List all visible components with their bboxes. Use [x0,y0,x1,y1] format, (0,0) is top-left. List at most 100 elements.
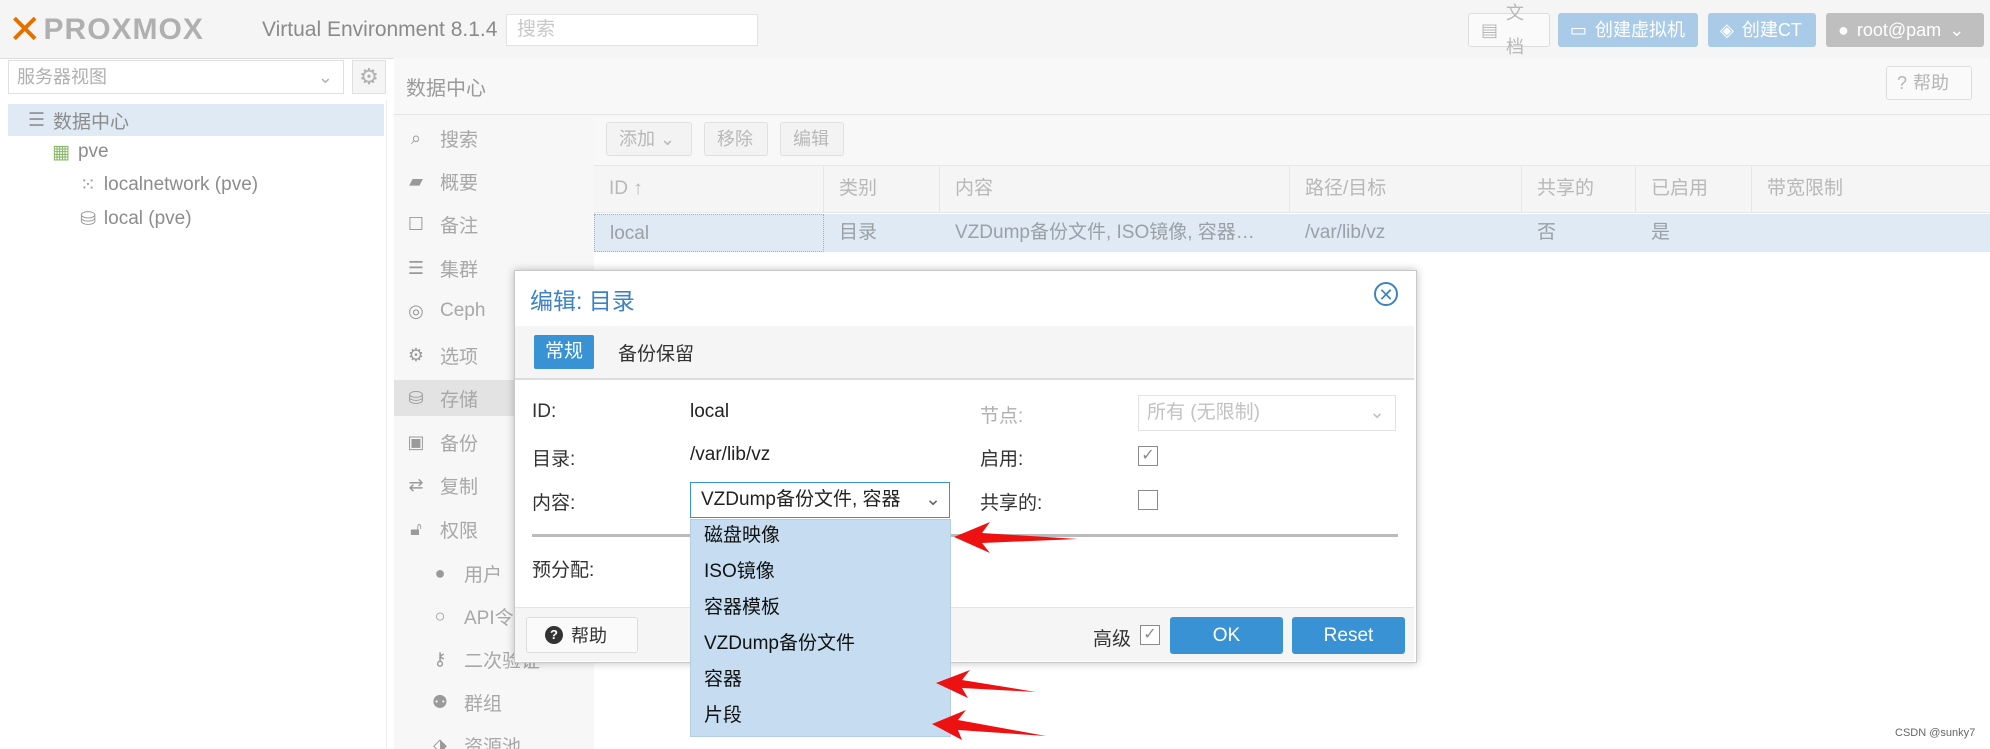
page-title: 数据中心 [406,78,486,100]
tab-general[interactable]: 常规 [534,335,594,369]
desktop-icon: ▭ [1570,20,1588,40]
create-ct-button[interactable]: ◈ 创建CT [1708,13,1816,47]
ok-button[interactable]: OK [1170,617,1283,654]
nav-item-ceph[interactable]: ◎ Ceph [406,293,485,329]
nav-item-search[interactable]: ⌕ 搜索 [406,120,478,156]
remove-button[interactable]: 移除 [704,122,768,156]
option-iso-image[interactable]: ISO镜像 [704,554,775,590]
search-icon: ⌕ [410,127,422,148]
content-select[interactable]: VZDump备份文件, 容器 ⌄ [690,482,950,518]
search-input[interactable]: 搜索 [506,14,758,46]
column-header[interactable]: 内容 [940,166,1290,212]
users-icon: ⚉ [431,691,449,712]
create-vm-button[interactable]: ▭ 创建虚拟机 [1558,13,1698,47]
nav-item-pools[interactable]: ⬗ 资源池 [430,727,521,749]
tags-icon: ⬗ [433,734,447,749]
id-value: local [690,401,730,422]
shared-label: 共享的: [980,493,1043,514]
dialog-help-button[interactable]: ? 帮助 [526,617,638,653]
chevron-down-icon: ⌄ [317,67,333,87]
advanced-label: 高级 [1093,629,1132,650]
book-icon: ▤ [1481,20,1499,40]
nav-item-replication[interactable]: ⇄ 复制 [406,467,478,503]
proxmox-logo[interactable]: ✕ PROXMOX [8,10,204,50]
table-cell: local [594,214,824,252]
user-icon: ● [1838,20,1849,40]
reset-button[interactable]: Reset [1292,617,1405,654]
preallocation-label: 预分配: [532,560,595,581]
key-icon: ⚷ [433,648,447,669]
directory-label: 目录: [532,449,576,470]
tab-backup-retention[interactable]: 备份保留 [618,339,694,366]
unlock-icon: 🔓︎ [410,518,422,539]
tree-item-local[interactable]: ⛁ local (pve) [80,203,192,235]
column-header[interactable]: 路径/目标 [1290,166,1522,212]
dialog-title: 编辑: 目录 [530,288,635,314]
column-header[interactable]: 已启用 [1636,166,1752,212]
nav-item-options[interactable]: ⚙ 选项 [406,337,478,373]
column-header[interactable]: ID ↑ [594,166,824,212]
nav-item-summary[interactable]: ▰ 概要 [406,163,478,199]
column-header[interactable]: 共享的 [1522,166,1636,212]
nav-item-notes[interactable]: ☐ 备注 [406,206,478,242]
option-container-template[interactable]: 容器模板 [704,590,780,626]
server-icon: ☰ [407,257,425,278]
enable-checkbox[interactable]: ✓ [1138,446,1158,466]
table-cell: /var/lib/vz [1305,222,1386,243]
tree-item-pve[interactable]: ▦ pve [52,136,109,168]
docs-button[interactable]: ▤ 文档 [1468,3,1550,57]
table-cell: 目录 [839,222,878,243]
add-button[interactable]: 添加 ⌄ [606,122,692,156]
nodes-label: 节点: [980,406,1024,427]
logo-wordmark: PROXMOX [43,13,204,46]
table-cell: 是 [1651,222,1671,243]
gear-icon[interactable]: ⚙ [352,60,386,94]
chevron-down-icon: ⌄ [925,483,941,517]
user-menu-button[interactable]: ● root@pam ⌄ [1826,13,1984,47]
edit-button[interactable]: 编辑 [780,122,844,156]
book-icon: ▰ [409,170,423,191]
help-button[interactable]: ? 帮助 [1886,66,1972,100]
logo-x-mark: ✕ [8,8,42,52]
table-cell: VZDump备份文件, ISO镜像, 容器… [955,222,1255,243]
column-header[interactable]: 带宽限制 [1752,166,1990,212]
watermark-text: CSDN @sunky7 [1895,727,1976,739]
gear-icon: ⚙ [407,344,425,365]
datacenter-icon: ☰ [28,109,46,131]
nav-item-api-tokens[interactable]: ○ API令 [430,598,514,634]
nav-item-backup[interactable]: ▣ 备份 [406,424,478,460]
table-cell: 否 [1537,222,1557,243]
option-container[interactable]: 容器 [704,662,742,698]
question-icon: ? [1897,73,1908,93]
shared-checkbox[interactable] [1138,490,1158,510]
option-disk-image[interactable]: 磁盘映像 [704,518,780,554]
chevron-down-icon: ⌄ [1369,402,1385,423]
note-icon: ☐ [407,213,425,234]
content-header [394,58,1990,115]
nodes-select[interactable]: 所有 (无限制) ⌄ [1138,395,1396,431]
tree-item-localnetwork[interactable]: ⁙ localnetwork (pve) [80,169,258,201]
advanced-checkbox[interactable]: ✓ [1140,625,1160,645]
tree-item-datacenter[interactable]: ☰ 数据中心 [8,104,384,136]
nav-item-cluster[interactable]: ☰ 集群 [406,250,478,286]
enable-label: 启用: [980,449,1024,470]
nav-item-users[interactable]: ● 用户 [430,555,502,591]
chevron-down-icon: ⌄ [1949,20,1965,40]
floppy-icon: ▣ [407,431,425,452]
database-icon: ⛁ [408,387,424,408]
option-vzdump-backup[interactable]: VZDump备份文件 [704,626,855,662]
storage-icon: ⛁ [80,208,96,230]
column-header[interactable]: 类别 [824,166,940,212]
user-icon: ● [434,562,446,583]
directory-value: /var/lib/vz [690,444,771,465]
node-icon: ▦ [52,141,70,163]
view-selector[interactable]: 服务器视图 ⌄ [8,60,344,94]
content-label: 内容: [532,493,576,514]
close-icon[interactable]: ✕ [1374,282,1398,306]
option-snippets[interactable]: 片段 [704,698,742,734]
nav-item-groups[interactable]: ⚉ 群组 [430,684,502,720]
retweet-icon: ⇄ [408,474,424,495]
divider [532,534,1398,537]
product-version: Virtual Environment 8.1.4 [262,18,498,41]
nav-item-permissions[interactable]: 🔓︎ 权限 [406,511,478,547]
